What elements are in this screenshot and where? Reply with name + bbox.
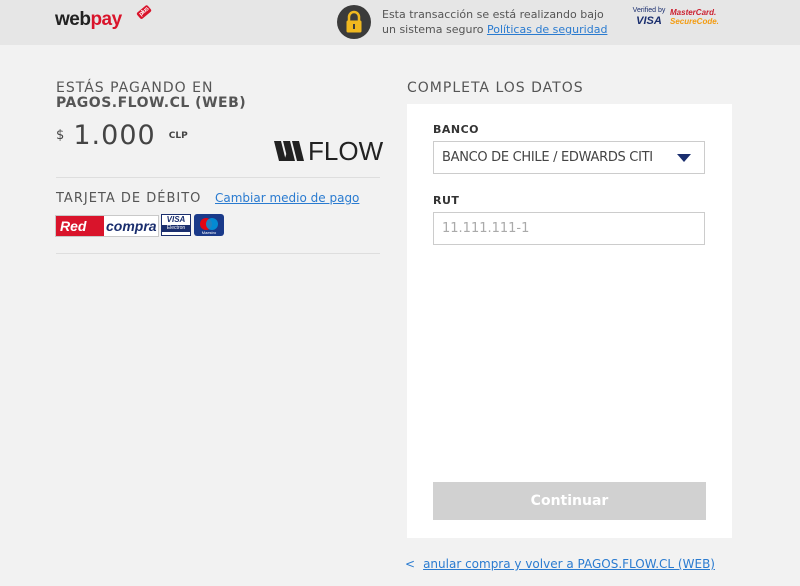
bank-label: BANCO	[433, 123, 480, 136]
security-message: Esta transacción se está realizando bajo…	[382, 7, 612, 37]
verified-by-visa-logo: Verified by VISA	[632, 7, 666, 27]
svg-text:Maestro: Maestro	[202, 230, 217, 235]
bank-select[interactable]: BANCO DE CHILE / EDWARDS CITI	[433, 141, 705, 174]
header-bar: webpay plus Esta transacción se está rea…	[0, 0, 800, 45]
chevron-down-icon	[677, 154, 691, 162]
cancel-purchase-link[interactable]: < anular compra y volver a PAGOS.FLOW.CL …	[405, 557, 715, 571]
rut-input[interactable]	[433, 212, 705, 245]
lock-icon	[337, 5, 371, 39]
form-title: COMPLETA LOS DATOS	[407, 80, 584, 96]
amount-value: 1.000	[73, 120, 156, 151]
security-policy-link[interactable]: Políticas de seguridad	[487, 23, 607, 36]
visa-electron-logo: VISA Electron	[161, 214, 191, 236]
divider	[56, 253, 380, 254]
paying-label: ESTÁS PAGANDO EN	[56, 80, 214, 96]
webpay-logo: webpay plus	[55, 4, 153, 31]
flow-logo: FLOW	[274, 136, 383, 166]
change-payment-method-link[interactable]: Cambiar medio de pago	[215, 191, 359, 205]
divider	[56, 177, 380, 178]
mastercard-securecode-logo: MasterCard. SecureCode.	[670, 8, 719, 26]
payment-amount: $ 1.000 CLP	[56, 120, 188, 151]
redcompra-logo: Red compra	[55, 215, 159, 237]
chevron-left-icon: <	[405, 557, 416, 571]
maestro-logo: Maestro	[194, 214, 224, 236]
rut-label: RUT	[433, 194, 460, 207]
currency-symbol: $	[56, 128, 65, 143]
currency-code: CLP	[168, 130, 188, 141]
continue-button[interactable]: Continuar	[433, 482, 706, 520]
merchant-name: PAGOS.FLOW.CL (WEB)	[56, 95, 247, 111]
bank-selected-value: BANCO DE CHILE / EDWARDS CITI	[442, 150, 653, 165]
card-type-label: TARJETA DE DÉBITO	[56, 191, 202, 206]
